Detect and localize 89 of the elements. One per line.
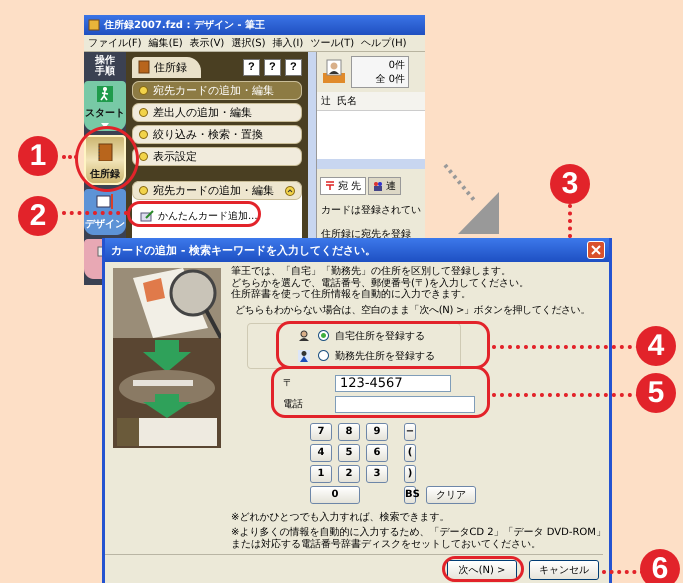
nav-item[interactable]: 絞り込み・検索・置換	[132, 125, 302, 144]
radio-button[interactable]	[318, 330, 329, 341]
tab-label: デザイン	[85, 218, 125, 231]
people-icon	[373, 181, 384, 191]
leader-line	[62, 155, 78, 159]
next-button[interactable]: 次へ(N) >	[447, 560, 517, 580]
tab[interactable]: 宛 先	[320, 177, 366, 195]
bullet-icon	[139, 108, 148, 117]
task-panel-title: 宛先カードの追加・編集	[153, 183, 274, 198]
menu-item[interactable]: ファイル(F)	[88, 36, 142, 50]
dialog-title: カードの追加 - 検索キーワードを入力してください。	[111, 242, 376, 258]
keypad-key[interactable]: 5	[338, 444, 360, 462]
panel-title: 住所録	[154, 60, 187, 74]
cancel-button[interactable]: キャンセル	[529, 560, 599, 580]
note-text: ※より多くの情報を自動的に入力するため、「データCD 2」「データ DVD-ROM」または対応する電話番号辞書ディスクをセットしておいてください。	[231, 527, 607, 550]
rail-tab[interactable]: スタート	[84, 81, 126, 131]
bullet-icon	[139, 186, 148, 195]
chevron-icon	[284, 186, 295, 196]
keypad-key[interactable]: 0	[310, 486, 360, 504]
keypad-key[interactable]: 7	[310, 422, 332, 440]
rail-tab[interactable]: 住所録	[84, 135, 126, 185]
postal-code-field[interactable]: 123-4567	[335, 374, 451, 392]
menu-item[interactable]: 挿入(I)	[272, 36, 304, 50]
menu-item[interactable]: 選択(S)	[231, 36, 266, 50]
highlight-ring	[75, 126, 139, 192]
tab[interactable]: 連	[368, 177, 402, 195]
postal-mark-icon	[325, 181, 335, 191]
window-title: 住所録2007.fzd : デザイン - 筆王	[104, 18, 266, 32]
keypad-key[interactable]: 9	[366, 422, 388, 440]
bullet-icon	[139, 86, 148, 95]
person-icon	[96, 85, 114, 103]
hint-text: どちらもわからない場合は、空白のまま「次へ(N) >」ボタンを押してください。	[235, 304, 592, 316]
close-icon	[591, 245, 601, 255]
menu-item[interactable]: ツール(T)	[310, 36, 354, 50]
count-text: 全 0件	[375, 73, 405, 86]
radio-button[interactable]	[318, 350, 329, 361]
keypad-key[interactable]: 1	[310, 464, 332, 482]
count-text: 0件	[388, 59, 405, 72]
keypad-key[interactable]: )	[404, 464, 416, 482]
field-label: 〒	[283, 377, 294, 390]
nav-item[interactable]: 差出人の追加・編集	[132, 103, 302, 122]
tab-label: スタート	[85, 107, 125, 120]
step-number: 5	[636, 373, 676, 413]
column-header[interactable]: 辻	[321, 94, 331, 108]
close-button[interactable]	[587, 241, 605, 259]
step-number: 4	[636, 326, 676, 366]
keypad-key[interactable]: 2	[338, 464, 360, 482]
intro-text: 筆王では、「自宅」「勤務先」の住所を区別して登録します。 どちらかを選んで、電話番号、郵便番号(〒)を入力してください。 住所辞書を使って住所情報を自動的に入力できます。	[231, 266, 530, 300]
keypad-key[interactable]: 8	[338, 422, 360, 440]
keypad-key[interactable]: 4	[310, 444, 332, 462]
step-number: 6	[640, 549, 680, 583]
phone-field[interactable]	[335, 396, 475, 412]
task-link[interactable]: かんたんカード追加...	[136, 209, 262, 223]
tab-label: 住所録	[90, 168, 120, 181]
keypad-key[interactable]: クリア	[426, 486, 476, 504]
help-button[interactable]: ?	[264, 58, 281, 76]
leader-line	[62, 211, 128, 215]
nav-item[interactable]: 宛先カードの追加・編集	[132, 81, 302, 100]
step-number: 3	[550, 164, 590, 204]
step-number: 2	[18, 196, 58, 236]
rail-header: 操作手順	[95, 55, 115, 77]
field-label: 電話	[283, 398, 304, 411]
step-number: 1	[18, 136, 58, 176]
monitor-icon	[96, 193, 114, 211]
nav-item[interactable]: 表示設定	[132, 147, 302, 166]
book-icon	[96, 143, 114, 161]
person-icon	[298, 330, 310, 342]
keypad-key[interactable]: (	[404, 444, 416, 462]
help-button[interactable]: ?	[242, 58, 260, 76]
person-icon	[298, 350, 310, 362]
caret-icon	[101, 123, 109, 128]
menu-item[interactable]: ヘルプ(H)	[361, 36, 407, 50]
app-icon	[88, 19, 100, 31]
book-icon	[138, 60, 150, 74]
note-text: ※どれかひとつでも入力すれば、検索できます。	[231, 512, 450, 523]
keypad-key[interactable]: 3	[366, 464, 388, 482]
keypad-key[interactable]: −	[404, 422, 416, 440]
radio-option[interactable]: 自宅住所を登録する	[318, 328, 425, 342]
card-edit-icon	[140, 210, 154, 222]
help-button[interactable]: ?	[284, 58, 302, 76]
keypad-key[interactable]: 6	[366, 444, 388, 462]
bullet-icon	[139, 130, 148, 139]
info-text: カードは登録されてい	[321, 204, 421, 217]
menu-item[interactable]: 表示(V)	[190, 36, 224, 50]
bullet-icon	[139, 152, 148, 161]
menu-item[interactable]: 編集(E)	[148, 36, 183, 50]
radio-option[interactable]: 勤務先住所を登録する	[318, 348, 435, 362]
person-icon[interactable]	[321, 59, 347, 85]
column-header[interactable]: 氏名	[337, 94, 357, 108]
